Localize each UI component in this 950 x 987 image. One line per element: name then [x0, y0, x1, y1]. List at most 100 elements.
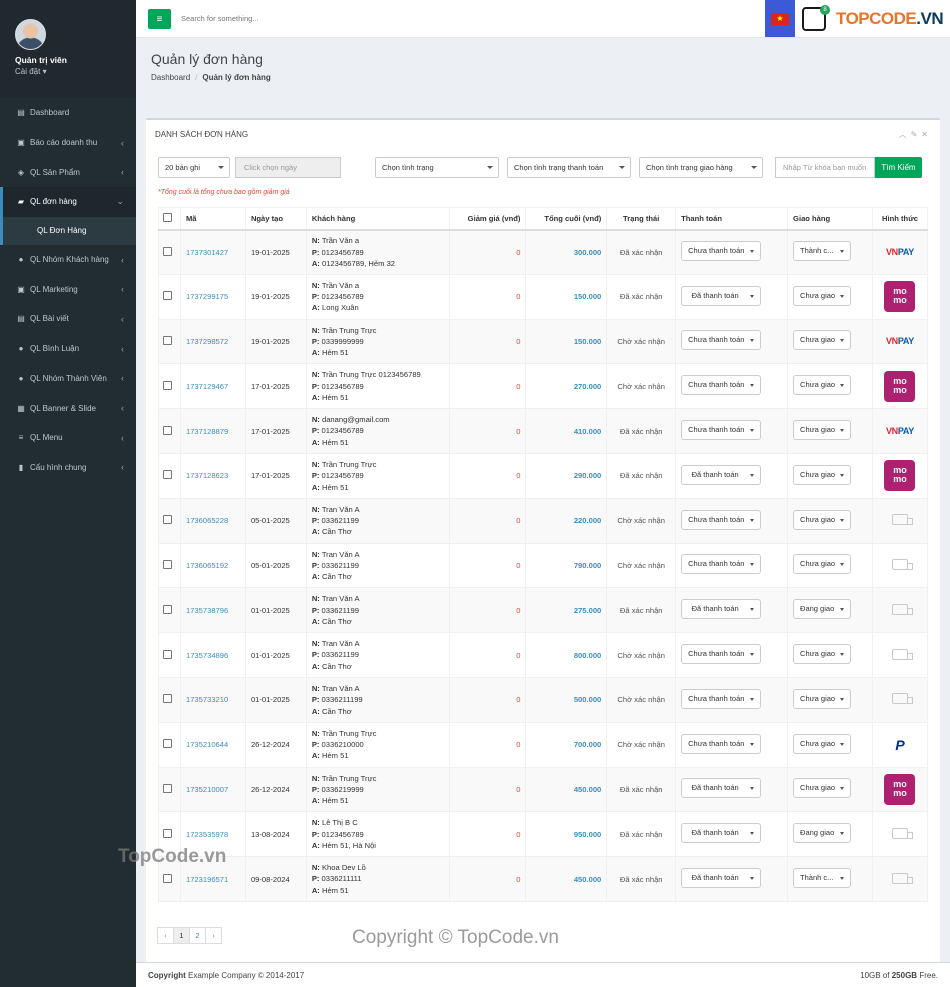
row-checkbox[interactable]: [163, 873, 172, 883]
row-checkbox[interactable]: [163, 559, 172, 569]
order-code-link[interactable]: 1737129467: [186, 382, 228, 391]
shipping-status-select[interactable]: Đang giao: [793, 599, 852, 620]
order-code-link[interactable]: 1723196571: [186, 875, 228, 884]
shipping-status-select[interactable]: Chưa giao: [793, 375, 852, 396]
payment-status-select[interactable]: Chưa thanh toán: [681, 733, 762, 754]
discount-value: 0: [448, 811, 527, 858]
payment-status-select[interactable]: Chưa thanh toán: [681, 644, 762, 665]
payment-status-select[interactable]: Chưa thanh toán: [681, 241, 762, 262]
row-checkbox[interactable]: [163, 291, 172, 301]
order-code-link[interactable]: 1735733210: [186, 695, 228, 704]
row-checkbox[interactable]: [163, 515, 172, 525]
payment-status-select[interactable]: Chưa thanh toán: [681, 420, 762, 441]
user-settings-link[interactable]: Cài đặt ▾: [15, 67, 47, 76]
row-checkbox[interactable]: [163, 739, 172, 749]
row-checkbox[interactable]: [163, 335, 172, 345]
sidebar-item-3[interactable]: ▰ QL đơn hàng ⌄: [0, 187, 136, 217]
search-button[interactable]: Tìm Kiếm: [875, 157, 922, 178]
sidebar-item-4[interactable]: ● QL Nhóm Khách hàng ‹: [0, 245, 136, 275]
row-checkbox[interactable]: [163, 246, 172, 256]
shipping-status-select[interactable]: Chưa giao: [793, 464, 852, 485]
row-checkbox[interactable]: [163, 425, 172, 435]
sidebar-item-0[interactable]: ▤ Dashboard: [0, 98, 136, 128]
order-code-link[interactable]: 1735210644: [186, 740, 228, 749]
sidebar-item-label: Dashboard: [30, 108, 70, 118]
status-filter-select[interactable]: Chọn tình trạng: [375, 157, 499, 178]
order-code-link[interactable]: 1735210007: [186, 785, 228, 794]
order-code-link[interactable]: 1723535978: [186, 830, 228, 839]
order-date: 05-01-2025: [244, 497, 307, 544]
order-code-link[interactable]: 1737298572: [186, 337, 228, 346]
payment-status-select[interactable]: Đã thanh toán: [681, 868, 762, 889]
shipping-status-select[interactable]: Chưa giao: [793, 688, 852, 709]
order-code-link[interactable]: 1737301427: [186, 248, 228, 257]
close-icon[interactable]: ✕: [921, 130, 932, 139]
sidebar-item-11[interactable]: ▮ Cấu hình chung ‹: [0, 453, 136, 483]
sidebar-item-2[interactable]: ◈ QL Sản Phẩm ‹: [0, 157, 136, 187]
submenu-orders[interactable]: QL Đơn Hàng: [0, 216, 136, 245]
row-checkbox[interactable]: [163, 694, 172, 704]
sidebar-item-7[interactable]: ● QL Bình Luận ‹: [0, 334, 136, 364]
sidebar-toggle-button[interactable]: ≡: [148, 9, 171, 29]
status-text: Chờ xác nhận: [606, 363, 677, 410]
payment-status-select[interactable]: Chưa thanh toán: [681, 554, 762, 575]
row-checkbox[interactable]: [163, 649, 172, 659]
order-code-link[interactable]: 1736065192: [186, 561, 228, 570]
sidebar-item-8[interactable]: ● QL Nhóm Thành Viên ‹: [0, 364, 136, 394]
row-checkbox[interactable]: [163, 828, 172, 838]
top-search-input[interactable]: [181, 9, 401, 29]
shipping-status-select[interactable]: Thành c...: [793, 868, 852, 889]
select-all-header[interactable]: [158, 207, 181, 231]
order-code-link[interactable]: 1735734896: [186, 651, 228, 660]
payment-status-select[interactable]: Đã thanh toán: [681, 823, 762, 844]
shipping-status-select[interactable]: Chưa giao: [793, 285, 852, 306]
sidebar-item-5[interactable]: ▣ QL Marketing ‹: [0, 274, 136, 304]
shipping-status-select[interactable]: Thành c...: [793, 241, 852, 262]
select-all-checkbox[interactable]: [163, 212, 172, 222]
page-prev[interactable]: ‹: [157, 927, 174, 944]
payment-filter-select[interactable]: Chọn tình trạng thanh toán: [507, 157, 631, 178]
shipping-status-select[interactable]: Chưa giao: [793, 330, 852, 351]
payment-status-select[interactable]: Chưa thanh toán: [681, 330, 762, 351]
payment-status-select[interactable]: Chưa thanh toán: [681, 375, 762, 396]
shipping-filter-select[interactable]: Chọn tình trạng giao hàng: [639, 157, 763, 178]
shipping-status-select[interactable]: Chưa giao: [793, 420, 852, 441]
keyword-input[interactable]: Nhập Từ khóa bạn muốn: [775, 157, 875, 178]
payment-status-select[interactable]: Chưa thanh toán: [681, 509, 762, 530]
shipping-status-select[interactable]: Đang giao: [793, 823, 852, 844]
payment-status-select[interactable]: Đã thanh toán: [681, 285, 762, 306]
page-2[interactable]: 2: [189, 927, 206, 944]
payment-status-select[interactable]: Đã thanh toán: [681, 599, 762, 620]
row-checkbox[interactable]: [163, 783, 172, 793]
row-checkbox[interactable]: [163, 470, 172, 480]
row-checkbox[interactable]: [163, 380, 172, 390]
sidebar-item-1[interactable]: ▣ Báo cáo doanh thu ‹: [0, 128, 136, 158]
table-row: 1737301427 19-01-2025 N: Trần Văn a P: 0123…: [158, 229, 929, 275]
page-next[interactable]: ›: [205, 927, 222, 944]
breadcrumb-home[interactable]: Dashboard: [151, 73, 190, 82]
payment-status-select[interactable]: Đã thanh toán: [681, 464, 762, 485]
date-picker-input[interactable]: Click chọn ngày: [235, 157, 341, 178]
row-checkbox[interactable]: [163, 604, 172, 614]
shipping-status-select[interactable]: Chưa giao: [793, 733, 852, 754]
sidebar-item-9[interactable]: ▦ QL Banner & Slide ‹: [0, 393, 136, 423]
sidebar-item-6[interactable]: ▤ QL Bài viết ‹: [0, 304, 136, 334]
shipping-status-select[interactable]: Chưa giao: [793, 509, 852, 530]
order-code-link[interactable]: 1737299175: [186, 292, 228, 301]
sidebar-item-10[interactable]: ≡ QL Menu ‹: [0, 423, 136, 453]
collapse-icon[interactable]: ︿: [899, 130, 911, 139]
shipping-status-select[interactable]: Chưa giao: [793, 554, 852, 575]
payment-status-select[interactable]: Đã thanh toán: [681, 778, 762, 799]
payment-status-select[interactable]: Chưa thanh toán: [681, 688, 762, 709]
order-code-link[interactable]: 1736065228: [186, 516, 228, 525]
page-1[interactable]: 1: [173, 927, 190, 944]
language-switch[interactable]: ★: [765, 0, 795, 37]
order-code-link[interactable]: 1737128879: [186, 427, 228, 436]
shipping-status-select[interactable]: Chưa giao: [793, 644, 852, 665]
shipping-status-select[interactable]: Chưa giao: [793, 778, 852, 799]
wrench-icon[interactable]: ✎: [911, 130, 922, 139]
order-code-link[interactable]: 1735738796: [186, 606, 228, 615]
order-code-link[interactable]: 1737128623: [186, 471, 228, 480]
page-size-select[interactable]: 20 bản ghi: [158, 157, 230, 178]
avatar[interactable]: [15, 19, 46, 50]
